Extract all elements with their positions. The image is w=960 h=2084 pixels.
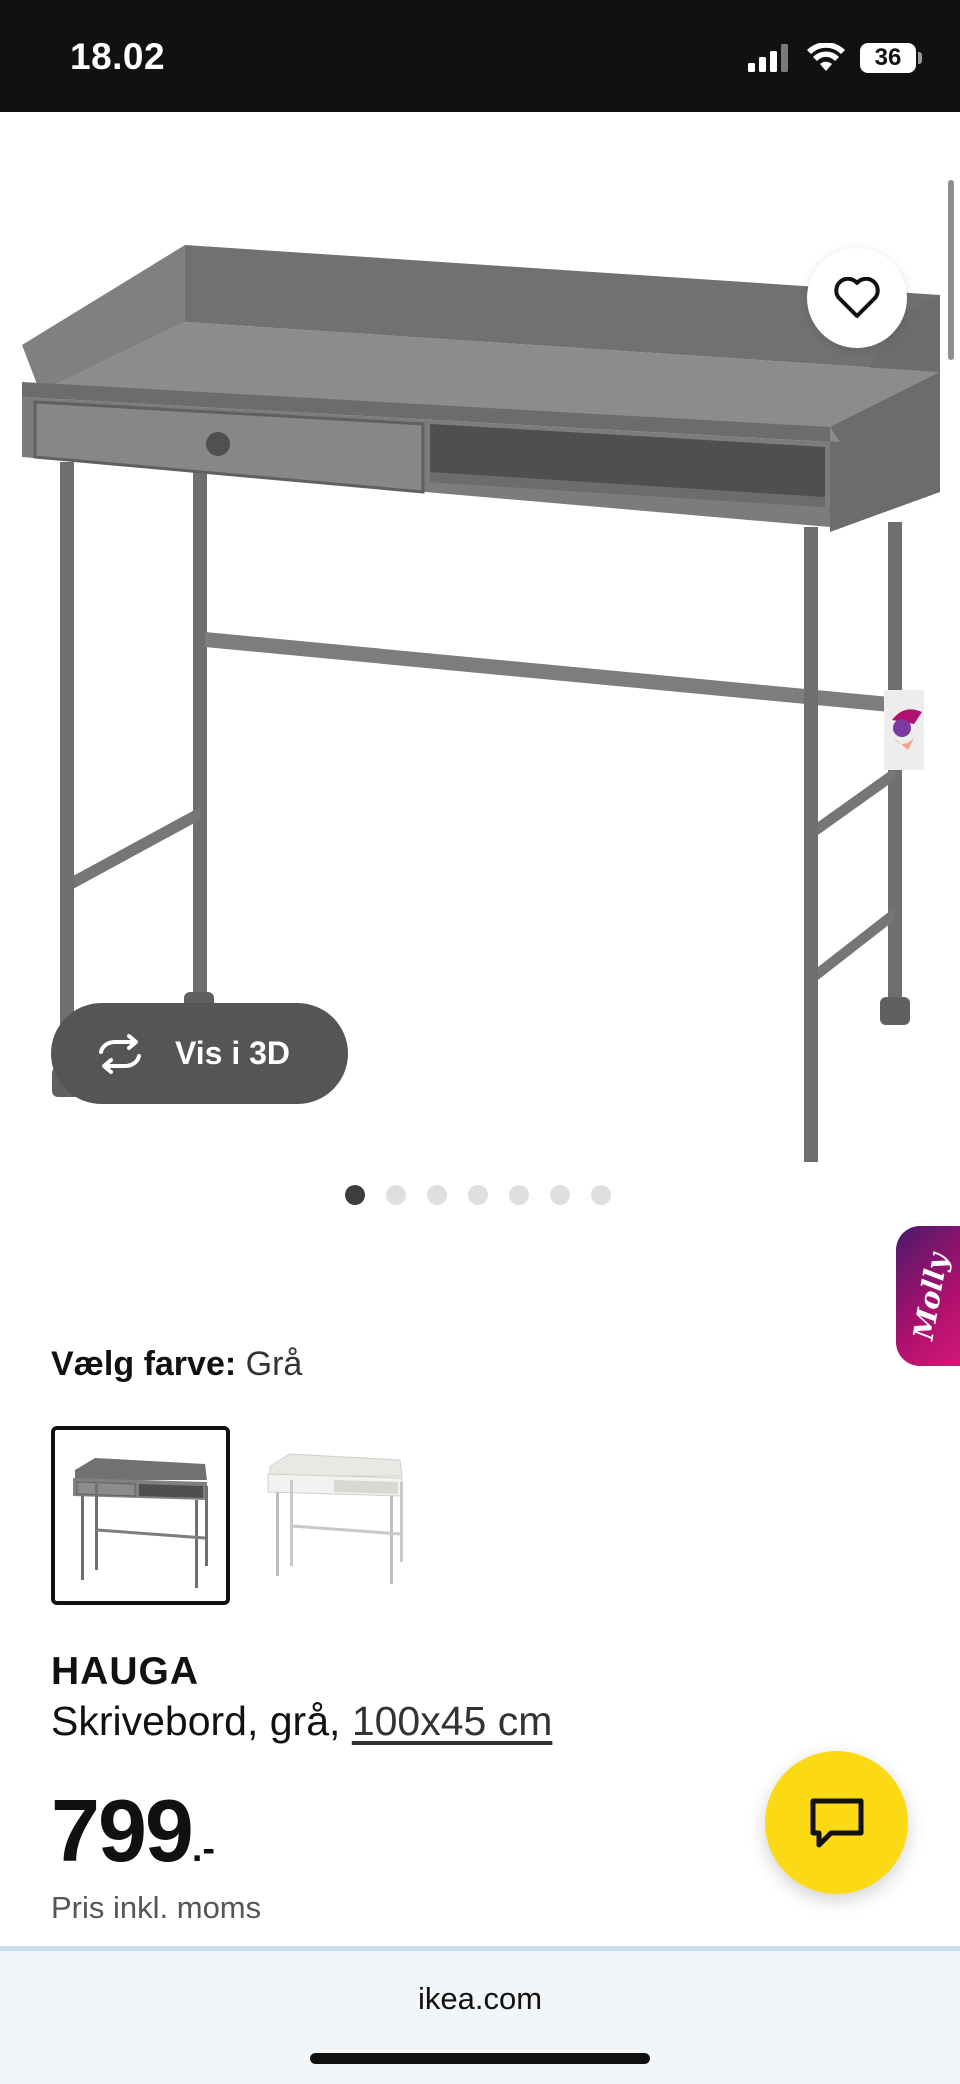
browser-url[interactable]: ikea.com: [0, 1981, 960, 2017]
battery-level: 36: [860, 43, 916, 73]
price-suffix: .-: [191, 1828, 216, 1870]
carousel-dots: [345, 1185, 611, 1205]
carousel-dot[interactable]: [427, 1185, 447, 1205]
browser-bottom-bar: ikea.com: [0, 1946, 960, 2084]
home-indicator[interactable]: [310, 2053, 650, 2064]
molly-label: Molly: [907, 1250, 955, 1342]
desk-thumbnail-white: [267, 1453, 403, 1584]
carousel-dot[interactable]: [386, 1185, 406, 1205]
battery-icon: 36: [860, 43, 922, 73]
molly-mascot-icon[interactable]: [884, 690, 924, 770]
color-picker-key: Vælg farve:: [51, 1345, 237, 1383]
carousel-dot[interactable]: [345, 1185, 365, 1205]
color-picker-selected: Grå: [245, 1345, 303, 1383]
color-picker-label: Vælg farve: Grå: [51, 1345, 302, 1384]
wifi-icon: [807, 43, 845, 71]
product-size-link[interactable]: 100x45 cm: [352, 1698, 553, 1744]
carousel-dot[interactable]: [591, 1185, 611, 1205]
color-swatch-white[interactable]: [250, 1426, 429, 1605]
carousel-dot[interactable]: [550, 1185, 570, 1205]
status-icons: 36: [748, 40, 922, 76]
status-time: 18.02: [70, 36, 166, 77]
product-description: Skrivebord, grå, 100x45 cm: [51, 1698, 552, 1745]
favorite-button[interactable]: [807, 248, 907, 348]
product-name: HAUGA: [51, 1650, 199, 1693]
molly-assistant-tab[interactable]: Molly: [896, 1226, 960, 1366]
breadcrumb-separator-icon: ›: [104, 82, 116, 105]
chat-button[interactable]: [765, 1751, 908, 1894]
desk-thumbnail-gray: [73, 1458, 208, 1588]
breadcrumb-item-skriveborde[interactable]: Skriveborde: [143, 82, 319, 106]
view-3d-button[interactable]: Vis i 3D: [51, 1003, 348, 1104]
cellular-signal-icon: [748, 44, 788, 72]
color-swatch-gray[interactable]: [51, 1426, 230, 1605]
breadcrumb-separator-icon: ›: [346, 82, 358, 105]
carousel-dot[interactable]: [468, 1185, 488, 1205]
product-type: Skrivebord, grå,: [51, 1698, 341, 1744]
scrollbar[interactable]: [948, 180, 954, 360]
breadcrumb-item-hjemmet[interactable]: Skriveborde til hjemmet: [384, 82, 729, 106]
price-note: Pris inkl. moms: [51, 1890, 262, 1925]
chat-bubble-icon: [810, 1798, 863, 1847]
product-price: 799.-: [51, 1780, 215, 1882]
view-3d-label: Vis i 3D: [175, 1035, 291, 1071]
price-amount: 799: [51, 1781, 194, 1880]
rotate-icon: [99, 1033, 141, 1074]
heart-icon: [834, 277, 880, 318]
carousel-dot[interactable]: [509, 1185, 529, 1205]
breadcrumb-item-more[interactable]: ...: [50, 82, 78, 106]
